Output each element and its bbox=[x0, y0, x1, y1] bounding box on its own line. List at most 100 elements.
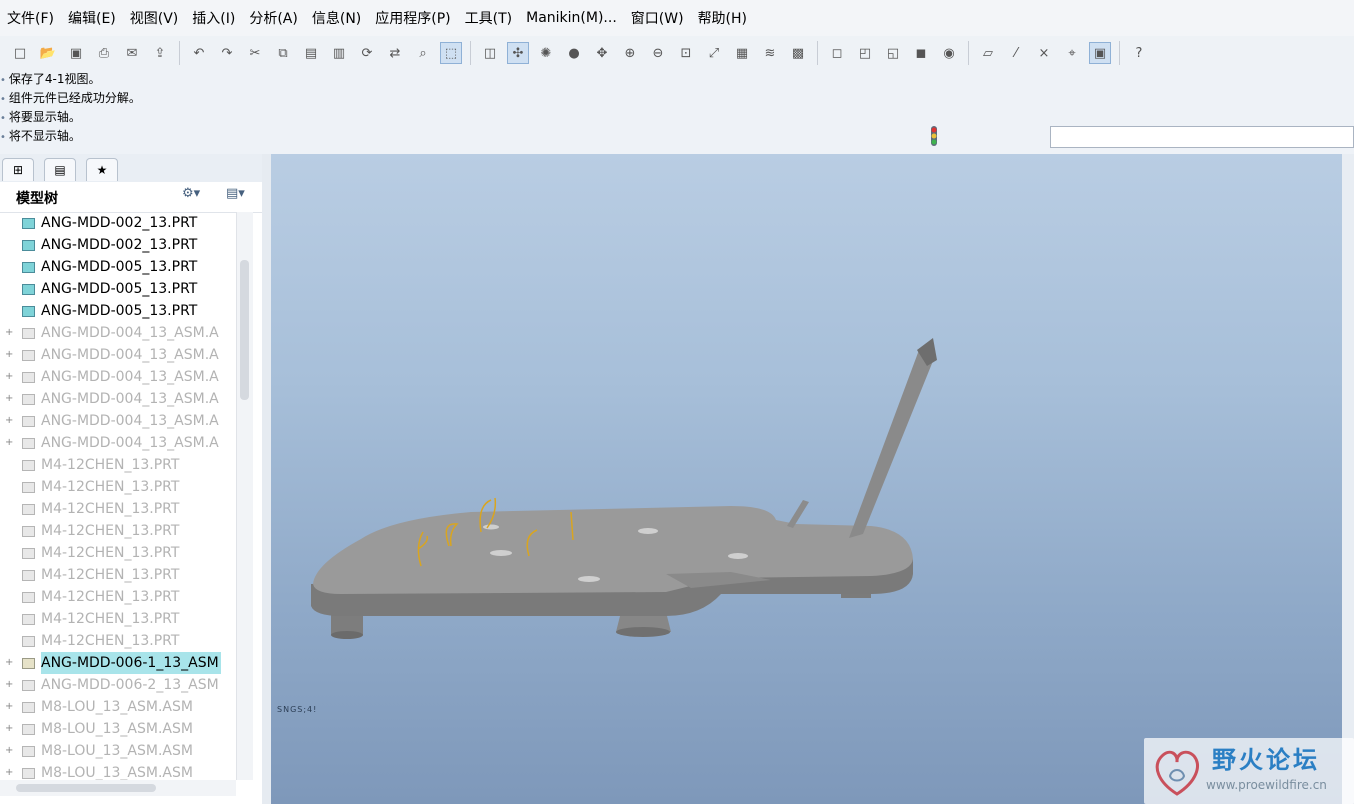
tree-item[interactable]: + ANG-MDD-006-2_13_ASM bbox=[0, 674, 236, 696]
repaint-button[interactable]: ◫ bbox=[479, 42, 501, 64]
tree-item[interactable]: M4-12CHEN_13.PRT bbox=[0, 498, 236, 520]
tree-item[interactable]: M4-12CHEN_13.PRT bbox=[0, 520, 236, 542]
layer-tree-tab[interactable]: ▤ bbox=[44, 158, 76, 181]
expand-icon[interactable]: + bbox=[5, 674, 13, 696]
menu-item[interactable]: 分析(A) bbox=[242, 8, 305, 28]
refit-button[interactable]: ⊡ bbox=[675, 42, 697, 64]
expand-icon[interactable]: + bbox=[5, 344, 13, 366]
scroll-thumb[interactable] bbox=[16, 784, 156, 792]
expand-icon[interactable]: + bbox=[5, 718, 13, 740]
datum-planes-button[interactable]: ▱ bbox=[977, 42, 999, 64]
email-button[interactable]: ✉ bbox=[121, 42, 143, 64]
tree-item[interactable]: + ANG-MDD-004_13_ASM.A bbox=[0, 366, 236, 388]
model-view[interactable] bbox=[271, 154, 1342, 804]
expand-icon[interactable]: + bbox=[5, 322, 13, 344]
select-box-button[interactable]: ⬚ bbox=[440, 42, 462, 64]
zoom-out-button[interactable]: ⊖ bbox=[647, 42, 669, 64]
tree-item[interactable]: ANG-MDD-002_13.PRT bbox=[0, 212, 236, 234]
tree-item[interactable]: M4-12CHEN_13.PRT bbox=[0, 564, 236, 586]
no-hidden-button[interactable]: ◱ bbox=[882, 42, 904, 64]
tree-item[interactable]: + M8-LOU_13_ASM.ASM bbox=[0, 762, 236, 780]
tree-item[interactable]: ANG-MDD-005_13.PRT bbox=[0, 256, 236, 278]
coordinate-systems-button[interactable]: ⌖ bbox=[1061, 42, 1083, 64]
tree-item[interactable]: + ANG-MDD-004_13_ASM.A bbox=[0, 344, 236, 366]
expand-icon[interactable]: + bbox=[5, 432, 13, 454]
expand-icon[interactable]: + bbox=[5, 410, 13, 432]
tree-show-icon[interactable]: ▤▾ bbox=[226, 186, 245, 201]
tree-item[interactable]: ANG-MDD-002_13.PRT bbox=[0, 234, 236, 256]
menu-item[interactable]: 文件(F) bbox=[0, 8, 61, 28]
model-tree-tab[interactable]: ⊞ bbox=[2, 158, 34, 181]
tree-item[interactable]: + ANG-MDD-004_13_ASM.A bbox=[0, 322, 236, 344]
tree-item[interactable]: + M8-LOU_13_ASM.ASM bbox=[0, 740, 236, 762]
scroll-thumb[interactable] bbox=[240, 260, 249, 400]
find-button[interactable]: ⌕ bbox=[412, 42, 434, 64]
send-button[interactable]: ⇪ bbox=[149, 42, 171, 64]
regen-manager-button[interactable]: ⇄ bbox=[384, 42, 406, 64]
redo-button[interactable]: ↷ bbox=[216, 42, 238, 64]
tree-item[interactable]: + M8-LOU_13_ASM.ASM bbox=[0, 718, 236, 740]
pan-button[interactable]: ✥ bbox=[591, 42, 613, 64]
menu-item[interactable]: 信息(N) bbox=[305, 8, 368, 28]
spin-center-button[interactable]: ✣ bbox=[507, 42, 529, 64]
tree-item[interactable]: + ANG-MDD-004_13_ASM.A bbox=[0, 432, 236, 454]
menu-item[interactable]: 应用程序(P) bbox=[368, 8, 457, 28]
tree-item[interactable]: M4-12CHEN_13.PRT bbox=[0, 542, 236, 564]
tree-item[interactable]: ANG-MDD-005_13.PRT bbox=[0, 300, 236, 322]
panel-splitter[interactable] bbox=[262, 154, 271, 804]
tree-vertical-scrollbar[interactable] bbox=[236, 212, 253, 780]
tree-settings-icon[interactable]: ⚙▾ bbox=[182, 186, 200, 201]
paste-button[interactable]: ▤ bbox=[300, 42, 322, 64]
open-file-button[interactable]: 📂 bbox=[37, 42, 59, 64]
tree-item[interactable]: + ANG-MDD-006-1_13_ASM bbox=[0, 652, 236, 674]
save-button[interactable]: ▣ bbox=[65, 42, 87, 64]
menu-item[interactable]: 工具(T) bbox=[458, 8, 519, 28]
expand-icon[interactable]: + bbox=[5, 366, 13, 388]
tree-item[interactable]: + ANG-MDD-004_13_ASM.A bbox=[0, 410, 236, 432]
tree-item[interactable]: M4-12CHEN_13.PRT bbox=[0, 608, 236, 630]
shading-button[interactable]: ◼ bbox=[910, 42, 932, 64]
expand-icon[interactable]: + bbox=[5, 388, 13, 410]
annotations-button[interactable]: ▣ bbox=[1089, 42, 1111, 64]
favorites-tab[interactable]: ★ bbox=[86, 158, 118, 181]
menu-item[interactable]: 窗口(W) bbox=[624, 8, 691, 28]
reorient-button[interactable]: ⤢ bbox=[703, 42, 725, 64]
tree-item[interactable]: M4-12CHEN_13.PRT bbox=[0, 630, 236, 652]
tree-item[interactable]: M4-12CHEN_13.PRT bbox=[0, 586, 236, 608]
menu-item[interactable]: 帮助(H) bbox=[691, 8, 754, 28]
expand-icon[interactable]: + bbox=[5, 652, 13, 674]
command-input[interactable] bbox=[1050, 126, 1354, 148]
hidden-line-button[interactable]: ◰ bbox=[854, 42, 876, 64]
display-style-button[interactable]: ◉ bbox=[938, 42, 960, 64]
layers-button[interactable]: ≋ bbox=[759, 42, 781, 64]
regenerate-button[interactable]: ⟳ bbox=[356, 42, 378, 64]
tree-item[interactable]: M4-12CHEN_13.PRT bbox=[0, 476, 236, 498]
datum-axes-button[interactable]: ⁄ bbox=[1005, 42, 1027, 64]
tree-item[interactable]: + M8-LOU_13_ASM.ASM bbox=[0, 696, 236, 718]
tree-item[interactable]: ANG-MDD-005_13.PRT bbox=[0, 278, 236, 300]
cut-button[interactable]: ✂ bbox=[244, 42, 266, 64]
datum-points-button[interactable]: × bbox=[1033, 42, 1055, 64]
paste-special-button[interactable]: ▥ bbox=[328, 42, 350, 64]
zoom-in-button[interactable]: ⊕ bbox=[619, 42, 641, 64]
expand-icon[interactable]: + bbox=[5, 740, 13, 762]
new-file-button[interactable]: □ bbox=[9, 42, 31, 64]
tree-item[interactable]: + ANG-MDD-004_13_ASM.A bbox=[0, 388, 236, 410]
expand-icon[interactable]: + bbox=[5, 696, 13, 718]
expand-icon[interactable]: + bbox=[5, 762, 13, 780]
menu-item[interactable]: Manikin(M)... bbox=[519, 10, 624, 26]
tree-horizontal-scrollbar[interactable] bbox=[0, 780, 236, 796]
wireframe-button[interactable]: ◻ bbox=[826, 42, 848, 64]
menu-item[interactable]: 视图(V) bbox=[123, 8, 186, 28]
graphics-window[interactable]: SNGS;4! bbox=[271, 154, 1342, 804]
menu-item[interactable]: 编辑(E) bbox=[61, 8, 123, 28]
menu-item[interactable]: 插入(I) bbox=[185, 8, 242, 28]
tree-item[interactable]: M4-12CHEN_13.PRT bbox=[0, 454, 236, 476]
view-manager-button[interactable]: ▩ bbox=[787, 42, 809, 64]
context-help-button[interactable]: ? bbox=[1128, 42, 1150, 64]
undo-button[interactable]: ↶ bbox=[188, 42, 210, 64]
appearance-button[interactable]: ● bbox=[563, 42, 585, 64]
orient-button[interactable]: ✺ bbox=[535, 42, 557, 64]
copy-button[interactable]: ⧉ bbox=[272, 42, 294, 64]
print-button[interactable]: ⎙ bbox=[93, 42, 115, 64]
